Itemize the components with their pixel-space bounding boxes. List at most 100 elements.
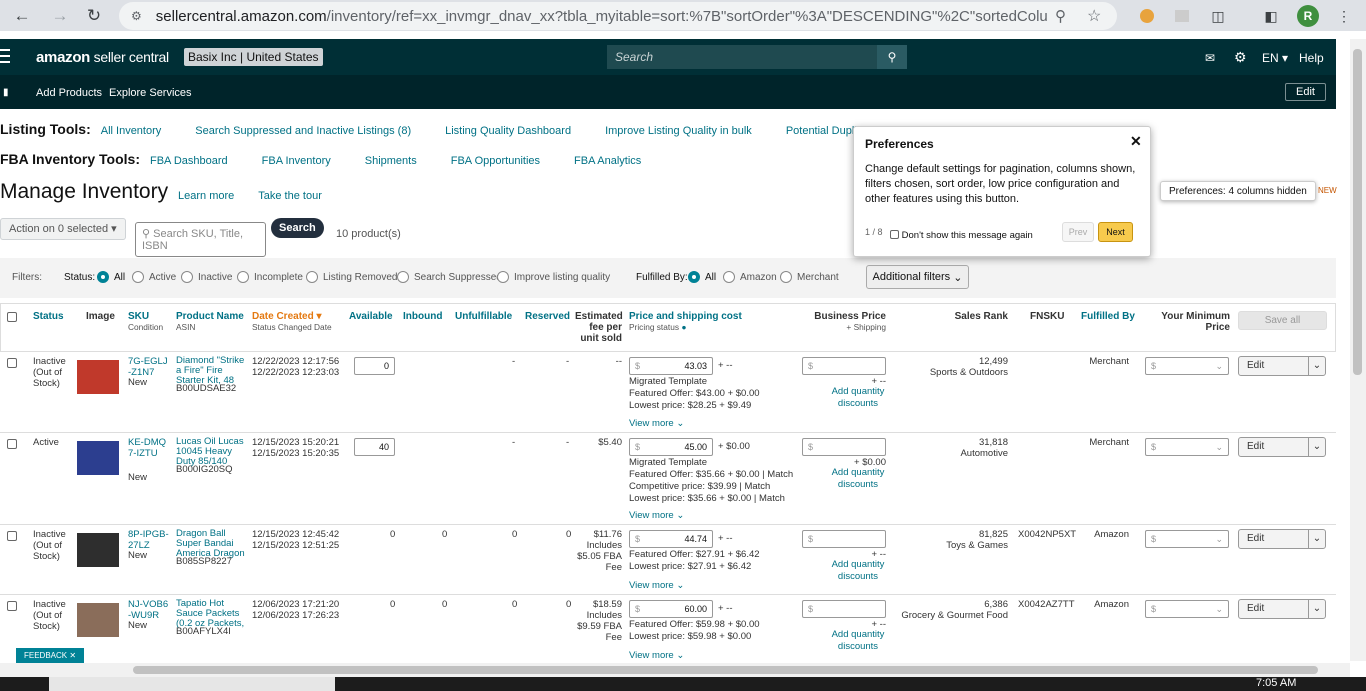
col-sku[interactable]: SKU Condition: [128, 311, 163, 332]
close-icon[interactable]: ✕: [1130, 133, 1142, 150]
business-price-input[interactable]: $: [802, 438, 886, 456]
col-product-name[interactable]: Product Name ASIN: [176, 311, 244, 332]
extension-icon[interactable]: [1137, 6, 1157, 26]
row-edit-button[interactable]: Edit ⌄: [1238, 356, 1326, 376]
horizontal-scrollbar[interactable]: [0, 663, 1350, 677]
bulk-action-select[interactable]: Action on 0 selected ▾: [0, 218, 126, 244]
view-more-link[interactable]: View more ⌄: [629, 650, 684, 661]
link-fba-analytics[interactable]: FBA Analytics: [574, 155, 641, 167]
select-all-checkbox[interactable]: [7, 312, 17, 322]
learn-more-link[interactable]: Learn more: [178, 190, 234, 202]
dont-show-checkbox[interactable]: Don't show this message again: [890, 230, 1033, 241]
link-all-inventory[interactable]: All Inventory: [101, 125, 162, 137]
nav-explore-services[interactable]: Explore Services: [109, 87, 192, 99]
address-bar[interactable]: ⚙ sellercentral.amazon.com/inventory/ref…: [119, 2, 1117, 30]
mail-icon[interactable]: ✉: [1205, 51, 1215, 65]
price-input[interactable]: $43.03: [629, 357, 713, 375]
chevron-down-icon[interactable]: ⌄: [1309, 438, 1325, 456]
search-icon[interactable]: ⚲: [877, 45, 907, 69]
fulfilled-all-radio[interactable]: All: [688, 271, 716, 283]
sku-search-button[interactable]: Search: [271, 218, 324, 244]
link-suppressed-listings[interactable]: Search Suppressed and Inactive Listings …: [195, 125, 411, 137]
vertical-scrollbar[interactable]: [1350, 39, 1366, 661]
row-sku[interactable]: KE-DMQ7-IZTU: [128, 437, 170, 459]
price-input[interactable]: $60.00: [629, 600, 713, 618]
link-fba-dashboard[interactable]: FBA Dashboard: [150, 155, 228, 167]
row-edit-button[interactable]: Edit ⌄: [1238, 529, 1326, 549]
taskbar-search[interactable]: [49, 677, 335, 691]
info-icon[interactable]: ●: [679, 322, 686, 332]
link-fba-inventory[interactable]: FBA Inventory: [262, 155, 331, 167]
status-all-radio[interactable]: All: [97, 271, 125, 283]
additional-filters-button[interactable]: Additional filters ⌄: [866, 265, 969, 289]
language-selector[interactable]: EN ▾: [1262, 51, 1288, 65]
scroll-thumb[interactable]: [1353, 49, 1362, 375]
reload-icon[interactable]: ↻: [82, 4, 106, 28]
edit-nav-button[interactable]: Edit: [1285, 83, 1326, 101]
row-sku[interactable]: 7G-EGLJ-Z1N7: [128, 356, 170, 378]
row-edit-button[interactable]: Edit ⌄: [1238, 437, 1326, 457]
feedback-button[interactable]: FEEDBACK ✕: [16, 648, 85, 663]
price-input[interactable]: $44.74: [629, 530, 713, 548]
product-image[interactable]: [77, 603, 119, 637]
minimum-price-input[interactable]: $ ⌄: [1145, 530, 1229, 548]
prev-button[interactable]: Prev: [1062, 222, 1094, 242]
link-improve-quality-bulk[interactable]: Improve Listing Quality in bulk: [605, 125, 752, 137]
add-quantity-discounts-link[interactable]: Add quantity discounts: [830, 386, 886, 410]
nav-add-products[interactable]: Add Products: [36, 87, 102, 99]
view-more-link[interactable]: View more ⌄: [629, 580, 684, 591]
product-image[interactable]: [77, 533, 119, 567]
preferences-tooltip[interactable]: Preferences: 4 columns hidden: [1160, 181, 1316, 201]
take-tour-link[interactable]: Take the tour: [258, 190, 322, 202]
row-sku[interactable]: NJ-VOB6-WU9R: [128, 599, 170, 621]
business-price-input[interactable]: $: [802, 357, 886, 375]
link-listing-quality[interactable]: Listing Quality Dashboard: [445, 125, 571, 137]
back-icon[interactable]: ←: [10, 4, 34, 28]
view-more-link[interactable]: View more ⌄: [629, 510, 684, 521]
profile-avatar[interactable]: R: [1297, 5, 1319, 27]
extensions-puzzle-icon[interactable]: ◫: [1208, 6, 1228, 26]
hamburger-icon[interactable]: [0, 49, 10, 63]
next-button[interactable]: Next: [1098, 222, 1133, 242]
sku-search-input[interactable]: ⚲ Search SKU, Title, ISBN: [135, 222, 266, 257]
col-inbound[interactable]: Inbound: [403, 311, 442, 322]
seller-central-logo[interactable]: amazon seller central: [36, 49, 169, 66]
add-quantity-discounts-link[interactable]: Add quantity discounts: [830, 559, 886, 583]
row-checkbox[interactable]: [7, 439, 17, 449]
row-product-name[interactable]: Lucas Oil Lucas 10045 Heavy Duty 85/140 …: [176, 437, 246, 467]
available-input[interactable]: 0: [354, 357, 395, 375]
row-edit-button[interactable]: Edit ⌄: [1238, 599, 1326, 619]
col-status[interactable]: Status: [33, 311, 64, 322]
price-input[interactable]: $45.00: [629, 438, 713, 456]
row-sku[interactable]: 8P-IPGB-27LZ: [128, 529, 170, 551]
col-price[interactable]: Price and shipping cost Pricing status ●: [629, 311, 742, 332]
link-fba-opportunities[interactable]: FBA Opportunities: [451, 155, 540, 167]
help-link[interactable]: Help: [1299, 51, 1324, 65]
col-unfulfillable[interactable]: Unfulfillable: [455, 311, 512, 322]
status-suppressed-radio[interactable]: Search Suppressed: [397, 271, 502, 283]
business-price-input[interactable]: $: [802, 530, 886, 548]
global-search-input[interactable]: Search: [607, 45, 877, 69]
status-improve-radio[interactable]: Improve listing quality: [497, 271, 610, 283]
product-image[interactable]: [77, 360, 119, 394]
col-date-created[interactable]: Date Created ▾ Status Changed Date: [252, 311, 332, 332]
zoom-icon[interactable]: ⚲: [1055, 7, 1066, 25]
save-all-button[interactable]: Save all: [1238, 311, 1327, 330]
gear-icon[interactable]: ⚙: [1234, 49, 1247, 66]
add-quantity-discounts-link[interactable]: Add quantity discounts: [830, 629, 886, 653]
available-input[interactable]: 40: [354, 438, 395, 456]
site-info-icon[interactable]: ⚙: [131, 9, 142, 23]
minimum-price-input[interactable]: $ ⌄: [1145, 357, 1229, 375]
row-product-name[interactable]: Tapatio Hot Sauce Packets (0.2 oz Packet…: [176, 599, 246, 629]
fulfilled-merchant-radio[interactable]: Merchant: [780, 271, 839, 283]
row-product-name[interactable]: Dragon Ball Super Bandai America Dragon …: [176, 529, 246, 559]
link-shipments[interactable]: Shipments: [365, 155, 417, 167]
chevron-down-icon[interactable]: ⌄: [1309, 600, 1325, 618]
chevron-down-icon[interactable]: ⌄: [1309, 357, 1325, 375]
menu-kebab-icon[interactable]: ⋮: [1334, 6, 1354, 26]
status-active-radio[interactable]: Active: [132, 271, 176, 283]
status-incomplete-radio[interactable]: Incomplete: [237, 271, 303, 283]
row-product-name[interactable]: Diamond "Strike a Fire" Fire Starter Kit…: [176, 356, 246, 386]
col-fulfilled-by[interactable]: Fulfilled By: [1081, 311, 1135, 322]
minimum-price-input[interactable]: $ ⌄: [1145, 438, 1229, 456]
